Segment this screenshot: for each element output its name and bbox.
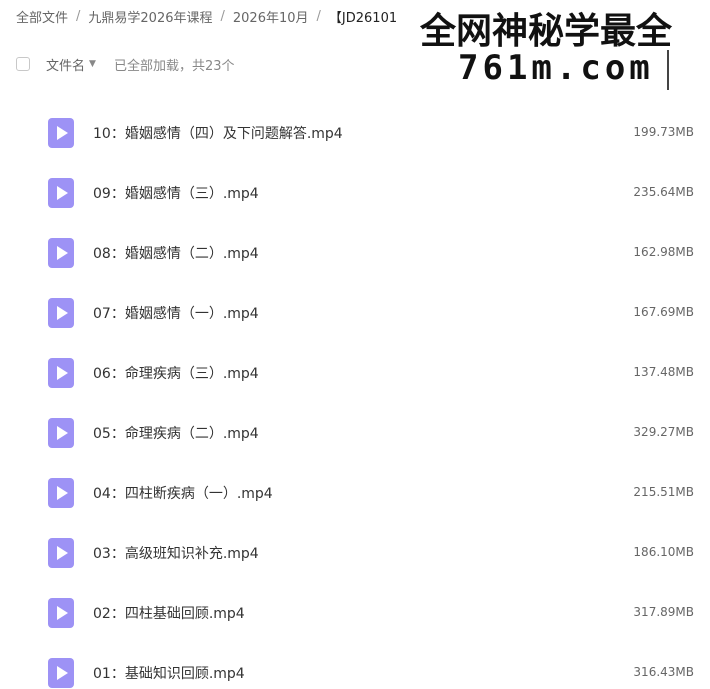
file-row[interactable]: 05：命理疾病（二）.mp4 329.27MB — [0, 403, 710, 463]
file-list-header: 文件名 ▼ 已全部加载，共23个 — [16, 53, 234, 75]
file-row[interactable]: 08：婚姻感情（二）.mp4 162.98MB — [0, 223, 710, 283]
file-row[interactable]: 06：命理疾病（三）.mp4 137.48MB — [0, 343, 710, 403]
file-name[interactable]: 09：婚姻感情（三）.mp4 — [93, 183, 259, 203]
sort-down-icon[interactable]: ▼ — [89, 59, 96, 69]
breadcrumb-current-folder: 【JD26101 — [328, 10, 398, 26]
video-file-icon — [48, 478, 74, 508]
file-name[interactable]: 03：高级班知识补充.mp4 — [93, 543, 259, 563]
video-file-icon — [48, 538, 74, 568]
file-name[interactable]: 06：命理疾病（三）.mp4 — [93, 363, 259, 383]
watermark-text: 全网神秘学最全 — [420, 11, 673, 52]
video-file-icon — [48, 358, 74, 388]
file-list: 10：婚姻感情（四）及下问题解答.mp4 199.73MB 09：婚姻感情（三）… — [0, 103, 710, 689]
video-file-icon — [48, 658, 74, 688]
file-size: 137.48MB — [633, 365, 694, 379]
video-file-icon — [48, 178, 74, 208]
breadcrumb-item-course[interactable]: 九鼎易学2026年课程 — [88, 7, 212, 26]
file-name[interactable]: 07：婚姻感情（一）.mp4 — [93, 303, 259, 323]
file-name[interactable]: 08：婚姻感情（二）.mp4 — [93, 243, 259, 263]
file-name[interactable]: 04：四柱断疾病（一）.mp4 — [93, 483, 273, 503]
file-name[interactable]: 05：命理疾病（二）.mp4 — [93, 423, 259, 443]
breadcrumb-separator: / — [76, 8, 81, 24]
watermark-overlay: 全网神秘学最全 761m.com — [414, 0, 710, 92]
breadcrumb: 全部文件 / 九鼎易学2026年课程 / 2026年10月 / 【JD26101 — [16, 5, 397, 27]
breadcrumb-item-month[interactable]: 2026年10月 — [233, 7, 309, 26]
load-status-text: 已全部加载，共23个 — [113, 58, 235, 74]
file-name[interactable]: 10：婚姻感情（四）及下问题解答.mp4 — [93, 123, 343, 143]
video-file-icon — [48, 298, 74, 328]
breadcrumb-item-all-files[interactable]: 全部文件 — [16, 7, 68, 26]
file-size: 162.98MB — [633, 245, 694, 259]
file-size: 186.10MB — [633, 545, 694, 559]
file-row[interactable]: 03：高级班知识补充.mp4 186.10MB — [0, 523, 710, 583]
select-all-checkbox[interactable] — [16, 57, 30, 71]
breadcrumb-separator: / — [220, 8, 225, 24]
video-file-icon — [48, 118, 74, 148]
watermark-url: 761m.com — [458, 48, 654, 88]
file-row[interactable]: 02：四柱基础回顾.mp4 317.89MB — [0, 583, 710, 643]
file-row[interactable]: 10：婚姻感情（四）及下问题解答.mp4 199.73MB — [0, 103, 710, 163]
file-size: 329.27MB — [633, 425, 694, 439]
watermark-divider — [667, 50, 669, 90]
sort-by-name-button[interactable]: 文件名 — [46, 55, 85, 74]
file-size: 317.89MB — [633, 605, 694, 619]
breadcrumb-separator: / — [316, 8, 321, 24]
video-file-icon — [48, 238, 74, 268]
file-size: 167.69MB — [633, 305, 694, 319]
video-file-icon — [48, 598, 74, 628]
file-size: 316.43MB — [633, 665, 694, 679]
file-row[interactable]: 07：婚姻感情（一）.mp4 167.69MB — [0, 283, 710, 343]
file-row[interactable]: 09：婚姻感情（三）.mp4 235.64MB — [0, 163, 710, 223]
file-size: 215.51MB — [633, 485, 694, 499]
file-browser-page: 全部文件 / 九鼎易学2026年课程 / 2026年10月 / 【JD26101… — [0, 0, 710, 689]
file-name[interactable]: 02：四柱基础回顾.mp4 — [93, 603, 245, 623]
file-size: 235.64MB — [633, 185, 694, 199]
file-size: 199.73MB — [633, 125, 694, 139]
video-file-icon — [48, 418, 74, 448]
file-name[interactable]: 01：基础知识回顾.mp4 — [93, 663, 245, 683]
file-row[interactable]: 01：基础知识回顾.mp4 316.43MB — [0, 643, 710, 689]
file-row[interactable]: 04：四柱断疾病（一）.mp4 215.51MB — [0, 463, 710, 523]
